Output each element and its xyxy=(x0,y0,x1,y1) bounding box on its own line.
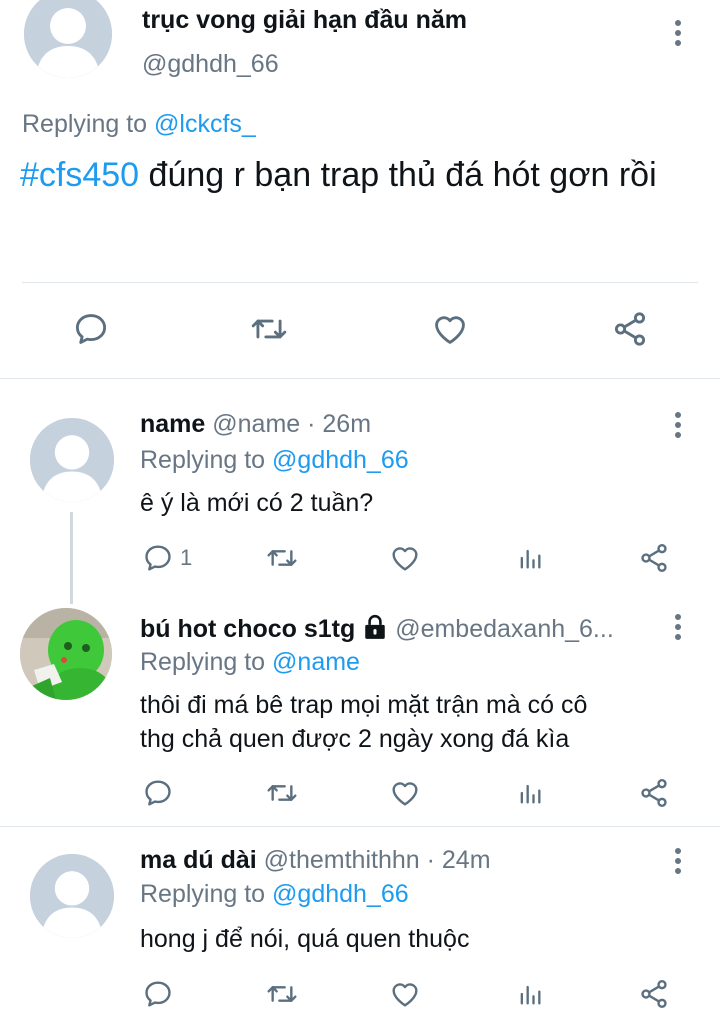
tweet-text: #cfs450 đúng r bạn trap thủ đá hót gơn r… xyxy=(20,156,657,195)
share-icon xyxy=(641,980,667,1008)
replying-to-link[interactable]: @gdhdh_66 xyxy=(272,880,409,908)
reply-text: ê ý là mới có 2 tuần? xyxy=(140,489,374,517)
retweet-icon xyxy=(267,785,297,801)
replying-to-line: Replying to @lckcfs_ xyxy=(22,110,256,139)
user-handle[interactable]: @themthithhn xyxy=(264,846,420,874)
reply-count: 1 xyxy=(180,545,193,570)
reply-header: bú hot choco s1tg @embedaxanh_6... xyxy=(140,614,670,644)
share-button[interactable] xyxy=(638,978,670,1010)
green-character-avatar xyxy=(20,608,112,700)
retweet-icon xyxy=(267,550,297,566)
replying-label: Replying to xyxy=(22,110,148,138)
share-button[interactable] xyxy=(638,542,670,574)
analytics-button[interactable] xyxy=(516,777,544,809)
more-options-icon[interactable] xyxy=(668,614,688,644)
analytics-button[interactable] xyxy=(516,978,544,1010)
default-avatar-icon xyxy=(30,854,114,938)
like-button[interactable] xyxy=(430,310,470,348)
lock-icon xyxy=(365,614,385,639)
more-options-icon[interactable] xyxy=(668,20,688,50)
avatar[interactable] xyxy=(20,608,112,700)
user-handle[interactable]: @name xyxy=(212,410,300,438)
heart-icon xyxy=(392,983,418,1007)
analytics-icon xyxy=(520,549,541,569)
heart-icon xyxy=(392,547,418,571)
reply-text-line-2: thg chả quen được 2 ngày xong đá kìa xyxy=(140,725,570,753)
timestamp: · 24m xyxy=(419,846,491,874)
default-avatar-icon xyxy=(24,0,112,78)
replying-to-line: Replying to @name xyxy=(140,648,360,677)
share-icon xyxy=(614,312,646,346)
reply-icon xyxy=(145,780,171,806)
replying-to-line: Replying to @gdhdh_66 xyxy=(140,446,409,475)
share-button[interactable] xyxy=(610,310,650,348)
share-button[interactable] xyxy=(638,777,670,809)
retweet-icon xyxy=(267,986,297,1002)
default-avatar-icon xyxy=(30,418,114,502)
avatar[interactable] xyxy=(24,0,112,78)
reply-icon xyxy=(75,314,107,344)
analytics-icon xyxy=(520,985,541,1005)
display-name[interactable]: name xyxy=(140,410,205,438)
analytics-button[interactable] xyxy=(516,542,544,574)
display-name[interactable]: trục vong giải hạn đầu năm xyxy=(142,6,467,35)
user-handle[interactable]: @gdhdh_66 xyxy=(142,50,279,79)
reply-header: ma dú dài @themthithhn · 24m xyxy=(140,846,491,875)
section-divider xyxy=(0,378,720,379)
reply-text-line-1: thôi đi má bê trap mọi mặt trận mà có cô xyxy=(140,691,588,719)
reply-text: hong j để nói, quá quen thuộc xyxy=(140,925,470,953)
reply-button[interactable] xyxy=(142,978,174,1010)
reply-button[interactable] xyxy=(142,777,174,809)
like-button[interactable] xyxy=(388,542,422,574)
reply-button[interactable] xyxy=(72,310,110,348)
retweet-button[interactable] xyxy=(264,542,300,574)
replying-to-link[interactable]: @gdhdh_66 xyxy=(272,446,409,474)
like-button[interactable] xyxy=(388,777,422,809)
retweet-button[interactable] xyxy=(264,978,300,1010)
retweet-button[interactable] xyxy=(264,777,300,809)
like-button[interactable] xyxy=(388,978,422,1010)
reply-icon xyxy=(145,545,171,571)
more-options-icon[interactable] xyxy=(668,412,688,442)
share-icon xyxy=(641,544,667,572)
display-name[interactable]: bú hot choco s1tg xyxy=(140,615,355,643)
thread-line xyxy=(70,512,73,604)
timestamp: · 26m xyxy=(300,410,372,438)
replying-to-line: Replying to @gdhdh_66 xyxy=(140,880,409,909)
more-options-icon[interactable] xyxy=(668,848,688,878)
avatar[interactable] xyxy=(30,418,114,502)
retweet-button[interactable] xyxy=(248,310,290,348)
avatar[interactable] xyxy=(30,854,114,938)
replying-to-link[interactable]: @lckcfs_ xyxy=(154,110,256,138)
reply-button[interactable]: 1 xyxy=(142,542,192,574)
hashtag-link[interactable]: #cfs450 xyxy=(20,156,139,194)
replying-label: Replying to xyxy=(140,648,266,676)
divider xyxy=(22,282,698,283)
replying-label: Replying to xyxy=(140,446,266,474)
reply-icon xyxy=(145,981,171,1007)
reply-header: name @name · 26m xyxy=(140,410,371,439)
analytics-icon xyxy=(520,784,541,804)
heart-icon xyxy=(435,316,465,344)
section-divider xyxy=(0,826,720,827)
user-handle[interactable]: @embedaxanh_6... xyxy=(395,615,614,643)
replying-to-link[interactable]: @name xyxy=(272,648,360,676)
retweet-icon xyxy=(251,319,287,339)
share-icon xyxy=(641,779,667,807)
heart-icon xyxy=(392,782,418,806)
tweet-body: đúng r bạn trap thủ đá hót gơn rồi xyxy=(139,156,657,194)
display-name[interactable]: ma dú dài xyxy=(140,846,257,874)
replying-label: Replying to xyxy=(140,880,266,908)
